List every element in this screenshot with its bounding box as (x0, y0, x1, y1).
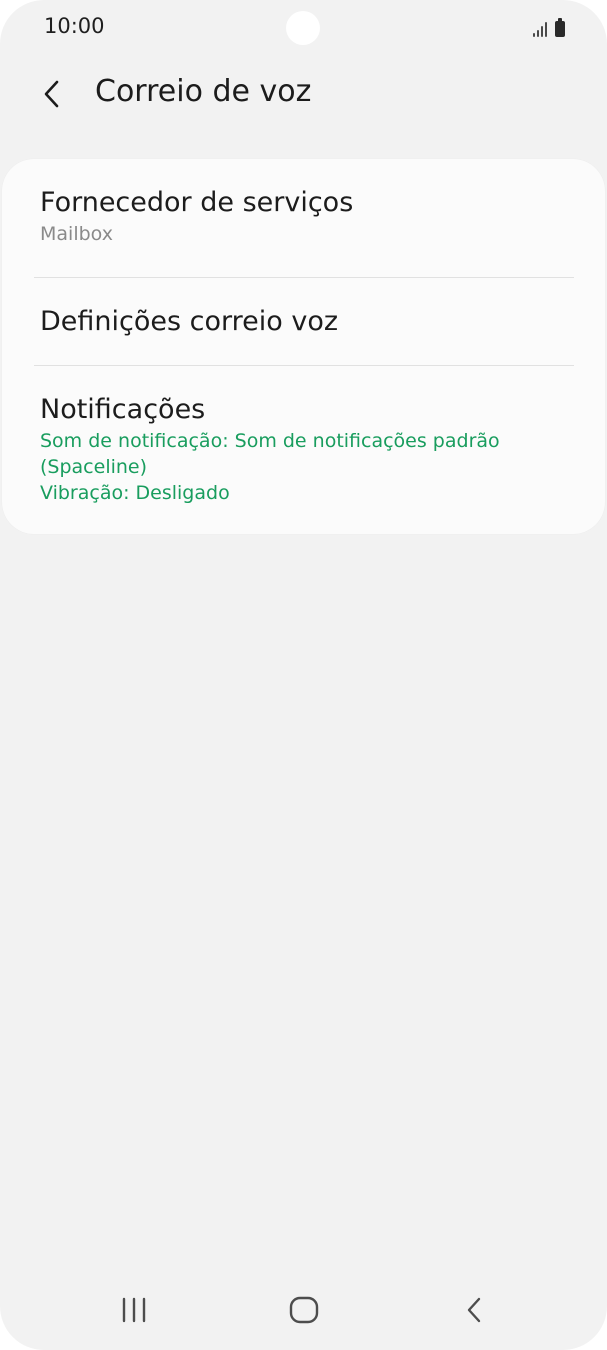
home-button[interactable] (274, 1280, 334, 1340)
settings-item-voicemail-settings[interactable]: Definições correio voz (40, 305, 580, 339)
item-subtitle-vibration: Vibração: Desligado (40, 482, 230, 504)
front-camera (286, 11, 320, 45)
divider (34, 277, 574, 278)
settings-item-service-provider[interactable]: Fornecedor de serviços Mailbox (40, 186, 580, 247)
settings-card: Fornecedor de serviços Mailbox Definiçõe… (2, 159, 605, 534)
item-subtitle: Mailbox (40, 223, 113, 245)
item-title: Notificações (40, 394, 206, 425)
home-icon (289, 1296, 319, 1324)
nav-back-button[interactable] (444, 1280, 504, 1340)
item-subtitle-sound: Som de notificação: Som de notificações … (40, 430, 500, 452)
battery-icon (555, 18, 565, 37)
item-subtitle-sound-name: (Spaceline) (40, 456, 148, 478)
status-bar: 10:00 (0, 0, 607, 56)
navigation-bar (0, 1270, 607, 1350)
back-icon (467, 1297, 481, 1323)
item-title: Fornecedor de serviços (40, 187, 354, 218)
status-time: 10:00 (44, 14, 105, 38)
item-title: Definições correio voz (40, 306, 339, 337)
chevron-left-icon (44, 80, 59, 108)
recent-apps-button[interactable] (104, 1280, 164, 1340)
recent-apps-icon (122, 1297, 146, 1323)
divider (34, 365, 574, 366)
app-header: Correio de voz (0, 60, 607, 126)
signal-icon (533, 21, 547, 37)
back-button[interactable] (30, 72, 74, 116)
phone-screen: 10:00 Correio de voz Fornecedor de servi… (0, 0, 607, 1350)
settings-item-notifications[interactable]: Notificações Som de notificação: Som de … (40, 393, 580, 506)
page-title: Correio de voz (95, 74, 312, 109)
status-icons (533, 16, 565, 38)
